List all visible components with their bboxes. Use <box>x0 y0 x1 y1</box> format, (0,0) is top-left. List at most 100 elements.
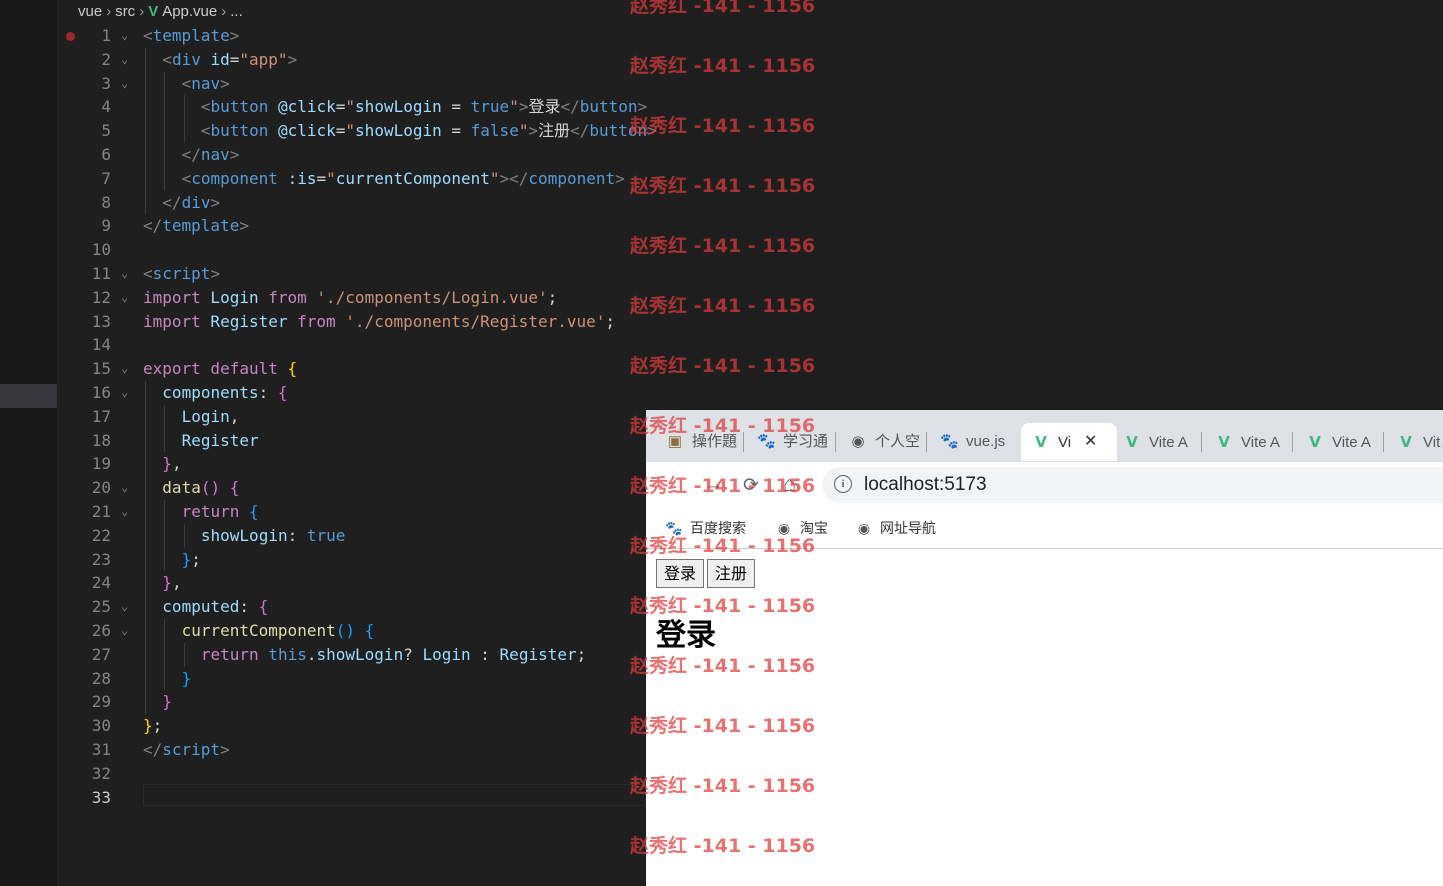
code-line[interactable]: 32 <box>57 762 646 786</box>
code-line[interactable]: 14 <box>57 333 646 357</box>
code-token: </ <box>162 192 182 212</box>
code-line[interactable]: 12 ⌄ import Login from './components/Login… <box>57 286 646 310</box>
browser-tab[interactable]: 🐾 vue.js <box>930 423 1015 461</box>
code-token: > <box>647 121 657 141</box>
code-token: Login <box>181 406 230 426</box>
breadcrumb-item-vue[interactable]: vue <box>78 3 102 20</box>
code-line[interactable]: 20 ⌄ data() { <box>57 476 646 500</box>
breakpoint-icon[interactable] <box>66 32 75 41</box>
code-line[interactable]: 10 <box>57 238 646 262</box>
browser-tab[interactable]: ◉ 个人空 <box>839 423 923 461</box>
code-token: { <box>277 383 288 402</box>
tab-separator <box>1383 432 1384 452</box>
fold-chevron-icon[interactable]: ⌄ <box>121 286 128 310</box>
bookmark-item[interactable]: 🐾 百度搜索 <box>664 518 746 538</box>
code-line[interactable]: 19}, <box>57 452 646 477</box>
code-line[interactable]: 8 </div> <box>57 190 646 215</box>
code-token: component <box>528 168 616 188</box>
code-line[interactable]: 25 ⌄ computed: { <box>57 595 646 619</box>
code-line[interactable]: 17 Login, <box>57 404 646 429</box>
tab-title: Vite A <box>1332 434 1371 451</box>
login-button[interactable]: 登录 <box>656 559 705 588</box>
reload-button[interactable]: ⟳ <box>743 474 759 497</box>
code-line[interactable]: 26 ⌄ currentComponent() { <box>57 619 646 643</box>
breadcrumb-item-file[interactable]: App.vue <box>162 3 217 20</box>
indent-guide <box>145 595 146 619</box>
bookmark-item[interactable]: ◉ 淘宝 <box>774 518 828 538</box>
code-line[interactable]: 9 </template> <box>57 214 646 238</box>
fold-chevron-icon[interactable]: ⌄ <box>121 595 128 619</box>
code-text: </nav> <box>182 143 240 167</box>
code-token: currentComponent <box>335 168 490 188</box>
tab-separator <box>1292 432 1293 452</box>
code-token: </ <box>570 121 590 141</box>
line-number: 3 <box>101 73 111 93</box>
code-token: , <box>171 573 182 593</box>
code-token: from <box>297 311 336 331</box>
fold-chevron-icon[interactable]: ⌄ <box>121 24 128 48</box>
indent-guide <box>145 190 146 215</box>
code-line[interactable]: 3 ⌄ <nav> <box>57 71 646 96</box>
line-number: 23 <box>91 549 111 569</box>
code-line[interactable]: 21 ⌄ return { <box>57 500 646 524</box>
browser-tab[interactable]: V Vite A <box>1205 423 1289 461</box>
fold-chevron-icon[interactable]: ⌄ <box>121 72 128 96</box>
fold-chevron-icon[interactable]: ⌄ <box>121 48 128 72</box>
breadcrumb-item-src[interactable]: src <box>115 3 135 20</box>
forward-button[interactable]: → <box>704 474 723 496</box>
code-line[interactable]: 18 Register <box>57 428 646 453</box>
code-line[interactable]: 30}; <box>57 714 646 738</box>
code-token: " <box>509 97 519 117</box>
home-button[interactable]: ⌂ <box>783 471 796 497</box>
fold-chevron-icon[interactable]: ⌄ <box>121 357 128 381</box>
code-token: false <box>470 121 519 141</box>
url-text[interactable]: localhost:5173 <box>864 474 987 496</box>
fold-chevron-icon[interactable]: ⌄ <box>121 476 128 500</box>
browser-tab[interactable]: ▣ 操作題 <box>656 423 740 461</box>
indent-guide <box>164 404 166 429</box>
fold-chevron-icon[interactable]: ⌄ <box>121 500 128 524</box>
code-text: </template> <box>143 214 249 238</box>
address-bar[interactable]: i localhost:5173 <box>822 467 1443 503</box>
bookmarks-bar: 🐾 百度搜索 ◉ 淘宝 ◉ 网址导航 <box>646 508 1443 549</box>
code-token: button <box>579 97 638 117</box>
code-line[interactable]: 13 import Register from './components/Reg… <box>57 310 646 334</box>
code-line[interactable]: 31 </script> <box>57 738 646 762</box>
info-icon[interactable]: i <box>834 475 852 493</box>
indent-guide <box>183 642 185 667</box>
code-line[interactable]: 11 ⌄ <script> <box>57 262 646 286</box>
code-line[interactable]: 24}, <box>57 571 646 596</box>
code-line[interactable]: 27 return this.showLogin? Login : Registe… <box>57 642 646 667</box>
page-content: 登录 注册 登录 <box>646 549 1443 886</box>
close-tab-icon[interactable]: ✕ <box>1084 423 1097 461</box>
browser-tab[interactable]: V Vi ✕ <box>1021 423 1117 461</box>
browser-tab[interactable]: 🐾 学习通 <box>747 423 832 461</box>
code-token: { <box>249 502 259 521</box>
code-token: Login <box>422 644 471 664</box>
code-token: = <box>229 49 240 69</box>
browser-tab[interactable]: V Vit <box>1387 423 1443 461</box>
code-line[interactable]: 22 showLogin: true <box>57 523 646 548</box>
code-line[interactable]: 7 <component :is="currentComponent"></com… <box>57 166 646 191</box>
register-button[interactable]: 注册 <box>707 559 756 588</box>
code-token: } <box>143 716 153 736</box>
breadcrumb-item-more[interactable]: ... <box>230 3 243 20</box>
code-line[interactable]: 2 ⌄ <div id="app"> <box>57 47 646 72</box>
browser-tab[interactable]: V Vite A <box>1296 423 1380 461</box>
browser-tab[interactable]: V Vite A <box>1113 423 1197 461</box>
code-line[interactable]: 16 ⌄ components: { <box>57 381 646 405</box>
indent-guide <box>164 428 166 453</box>
fold-chevron-icon[interactable]: ⌄ <box>121 262 128 286</box>
code-line[interactable]: 23}; <box>57 547 646 572</box>
code-line[interactable]: 1 ⌄ <template> <box>57 24 646 48</box>
fold-chevron-icon[interactable]: ⌄ <box>121 619 128 643</box>
bookmark-item[interactable]: ◉ 网址导航 <box>854 518 936 538</box>
code-line[interactable]: 4 <button @click="showLogin = true">登录</b… <box>57 95 647 120</box>
code-line[interactable]: 15 ⌄ export default { <box>57 357 646 381</box>
line-number: 20 <box>91 478 111 498</box>
fold-chevron-icon[interactable]: ⌄ <box>121 381 128 405</box>
code-line[interactable]: 28} <box>57 666 646 691</box>
code-line[interactable]: 5 <button @click="showLogin = false">注册</… <box>57 119 657 143</box>
code-line[interactable]: 29} <box>57 690 646 715</box>
code-line[interactable]: 6 </nav> <box>57 143 646 167</box>
